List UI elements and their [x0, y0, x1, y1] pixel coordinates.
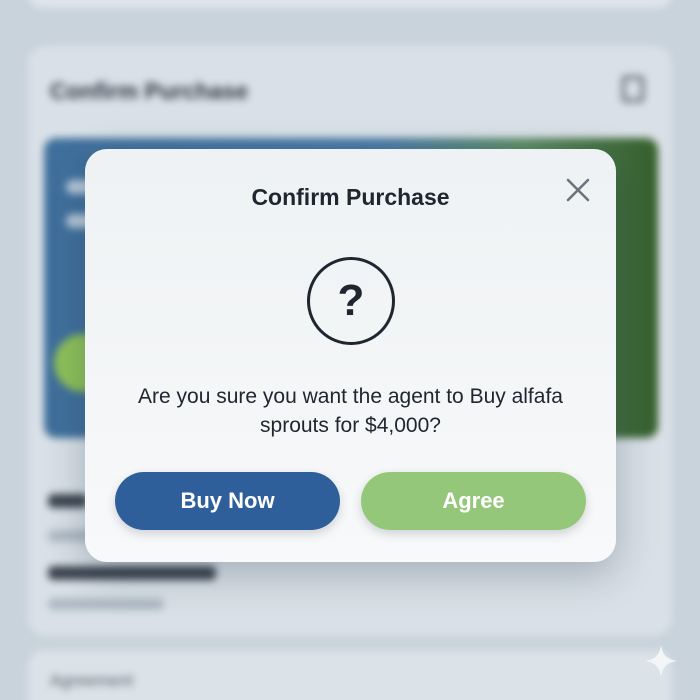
question-icon: ?	[307, 257, 395, 345]
dialog-title: Confirm Purchase	[251, 184, 450, 210]
confirm-purchase-dialog: Confirm Purchase ? Are you sure you want…	[85, 149, 616, 562]
background-row-text	[48, 598, 164, 610]
background-bottom-text: Agreement	[50, 671, 134, 690]
dialog-message: Are you sure you want the agent to Buy a…	[138, 385, 563, 437]
buy-now-button[interactable]: Buy Now	[115, 472, 340, 530]
agree-button[interactable]: Agree	[361, 472, 586, 530]
background-row-text	[48, 494, 88, 508]
close-icon	[566, 178, 590, 202]
close-button[interactable]	[563, 175, 593, 205]
background-card-title: Confirm Purchase	[50, 78, 249, 104]
sparkle-icon	[645, 645, 677, 677]
background-row-text	[48, 566, 216, 580]
background-top-card	[28, 0, 672, 8]
trash-icon	[622, 76, 644, 102]
